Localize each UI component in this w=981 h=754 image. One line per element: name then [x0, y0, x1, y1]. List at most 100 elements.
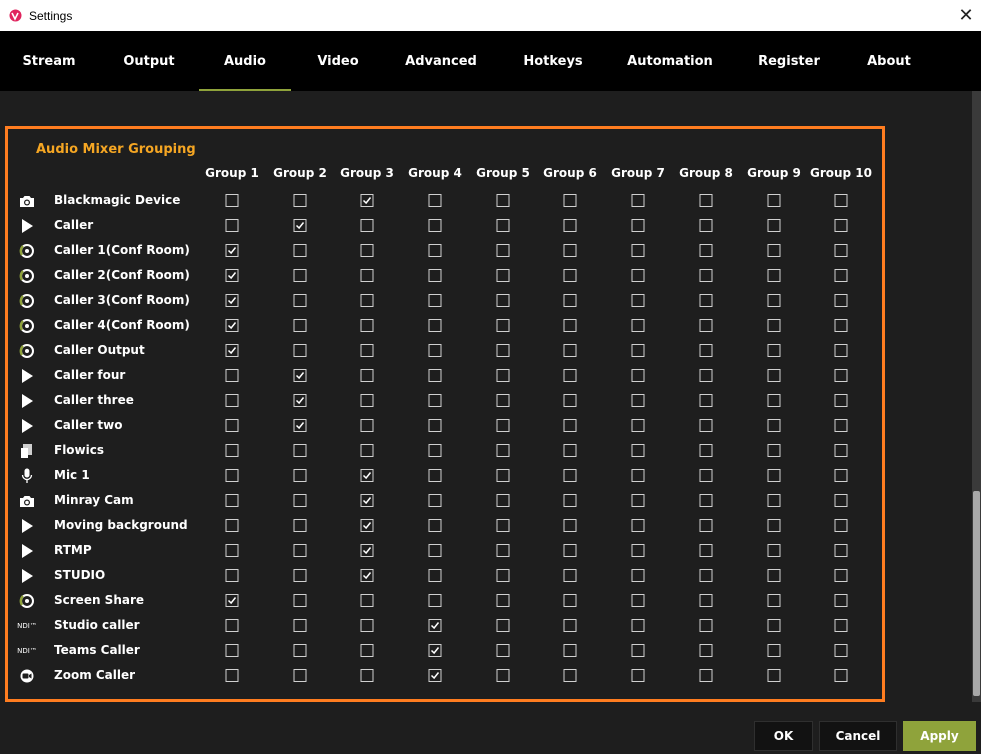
group-4-checkbox[interactable] [428, 494, 442, 507]
group-6-checkbox[interactable] [563, 269, 577, 282]
group-2-checkbox[interactable] [293, 469, 307, 482]
group-2-checkbox[interactable] [293, 644, 307, 657]
group-1-checkbox[interactable] [225, 494, 239, 507]
group-1-checkbox[interactable] [225, 294, 239, 307]
group-9-checkbox[interactable] [767, 369, 781, 382]
group-4-checkbox[interactable] [428, 569, 442, 582]
group-2-checkbox[interactable] [293, 569, 307, 582]
tab-audio[interactable]: Audio [199, 31, 291, 91]
group-9-checkbox[interactable] [767, 644, 781, 657]
group-5-checkbox[interactable] [496, 494, 510, 507]
tab-output[interactable]: Output [106, 31, 192, 91]
group-8-checkbox[interactable] [699, 644, 713, 657]
group-9-checkbox[interactable] [767, 469, 781, 482]
group-8-checkbox[interactable] [699, 619, 713, 632]
group-1-checkbox[interactable] [225, 369, 239, 382]
group-10-checkbox[interactable] [834, 219, 848, 232]
group-2-checkbox[interactable] [293, 319, 307, 332]
group-3-checkbox[interactable] [360, 194, 374, 207]
group-10-checkbox[interactable] [834, 669, 848, 682]
group-1-checkbox[interactable] [225, 469, 239, 482]
group-4-checkbox[interactable] [428, 319, 442, 332]
group-1-checkbox[interactable] [225, 669, 239, 682]
group-3-checkbox[interactable] [360, 544, 374, 557]
group-7-checkbox[interactable] [631, 219, 645, 232]
group-1-checkbox[interactable] [225, 344, 239, 357]
group-3-checkbox[interactable] [360, 294, 374, 307]
group-4-checkbox[interactable] [428, 644, 442, 657]
group-2-checkbox[interactable] [293, 344, 307, 357]
group-5-checkbox[interactable] [496, 569, 510, 582]
group-6-checkbox[interactable] [563, 619, 577, 632]
group-1-checkbox[interactable] [225, 619, 239, 632]
group-3-checkbox[interactable] [360, 444, 374, 457]
close-icon[interactable]: ✕ [951, 0, 981, 31]
scrollbar-thumb[interactable] [973, 491, 980, 696]
group-5-checkbox[interactable] [496, 219, 510, 232]
group-1-checkbox[interactable] [225, 544, 239, 557]
group-7-checkbox[interactable] [631, 494, 645, 507]
group-4-checkbox[interactable] [428, 219, 442, 232]
group-5-checkbox[interactable] [496, 269, 510, 282]
group-9-checkbox[interactable] [767, 219, 781, 232]
group-10-checkbox[interactable] [834, 369, 848, 382]
group-2-checkbox[interactable] [293, 444, 307, 457]
group-10-checkbox[interactable] [834, 269, 848, 282]
group-8-checkbox[interactable] [699, 219, 713, 232]
group-7-checkbox[interactable] [631, 244, 645, 257]
group-10-checkbox[interactable] [834, 319, 848, 332]
group-2-checkbox[interactable] [293, 669, 307, 682]
group-4-checkbox[interactable] [428, 444, 442, 457]
group-2-checkbox[interactable] [293, 619, 307, 632]
group-9-checkbox[interactable] [767, 444, 781, 457]
group-10-checkbox[interactable] [834, 619, 848, 632]
group-5-checkbox[interactable] [496, 519, 510, 532]
group-5-checkbox[interactable] [496, 319, 510, 332]
group-2-checkbox[interactable] [293, 419, 307, 432]
group-2-checkbox[interactable] [293, 194, 307, 207]
group-10-checkbox[interactable] [834, 594, 848, 607]
group-10-checkbox[interactable] [834, 244, 848, 257]
group-3-checkbox[interactable] [360, 644, 374, 657]
group-3-checkbox[interactable] [360, 219, 374, 232]
group-1-checkbox[interactable] [225, 194, 239, 207]
group-2-checkbox[interactable] [293, 219, 307, 232]
group-3-checkbox[interactable] [360, 369, 374, 382]
group-8-checkbox[interactable] [699, 194, 713, 207]
tab-video[interactable]: Video [298, 31, 378, 91]
group-9-checkbox[interactable] [767, 494, 781, 507]
group-1-checkbox[interactable] [225, 594, 239, 607]
group-5-checkbox[interactable] [496, 244, 510, 257]
group-9-checkbox[interactable] [767, 344, 781, 357]
group-8-checkbox[interactable] [699, 244, 713, 257]
group-7-checkbox[interactable] [631, 419, 645, 432]
group-1-checkbox[interactable] [225, 644, 239, 657]
group-5-checkbox[interactable] [496, 469, 510, 482]
group-3-checkbox[interactable] [360, 394, 374, 407]
group-5-checkbox[interactable] [496, 294, 510, 307]
group-7-checkbox[interactable] [631, 519, 645, 532]
group-4-checkbox[interactable] [428, 269, 442, 282]
tab-advanced[interactable]: Advanced [388, 31, 494, 91]
group-8-checkbox[interactable] [699, 369, 713, 382]
group-5-checkbox[interactable] [496, 594, 510, 607]
group-3-checkbox[interactable] [360, 244, 374, 257]
cancel-button[interactable]: Cancel [819, 721, 897, 751]
group-10-checkbox[interactable] [834, 394, 848, 407]
group-7-checkbox[interactable] [631, 569, 645, 582]
group-7-checkbox[interactable] [631, 294, 645, 307]
group-8-checkbox[interactable] [699, 544, 713, 557]
group-2-checkbox[interactable] [293, 594, 307, 607]
group-1-checkbox[interactable] [225, 244, 239, 257]
group-4-checkbox[interactable] [428, 594, 442, 607]
group-5-checkbox[interactable] [496, 419, 510, 432]
group-4-checkbox[interactable] [428, 194, 442, 207]
group-6-checkbox[interactable] [563, 569, 577, 582]
group-7-checkbox[interactable] [631, 269, 645, 282]
group-2-checkbox[interactable] [293, 519, 307, 532]
group-1-checkbox[interactable] [225, 419, 239, 432]
group-9-checkbox[interactable] [767, 244, 781, 257]
group-1-checkbox[interactable] [225, 394, 239, 407]
group-8-checkbox[interactable] [699, 519, 713, 532]
group-9-checkbox[interactable] [767, 569, 781, 582]
